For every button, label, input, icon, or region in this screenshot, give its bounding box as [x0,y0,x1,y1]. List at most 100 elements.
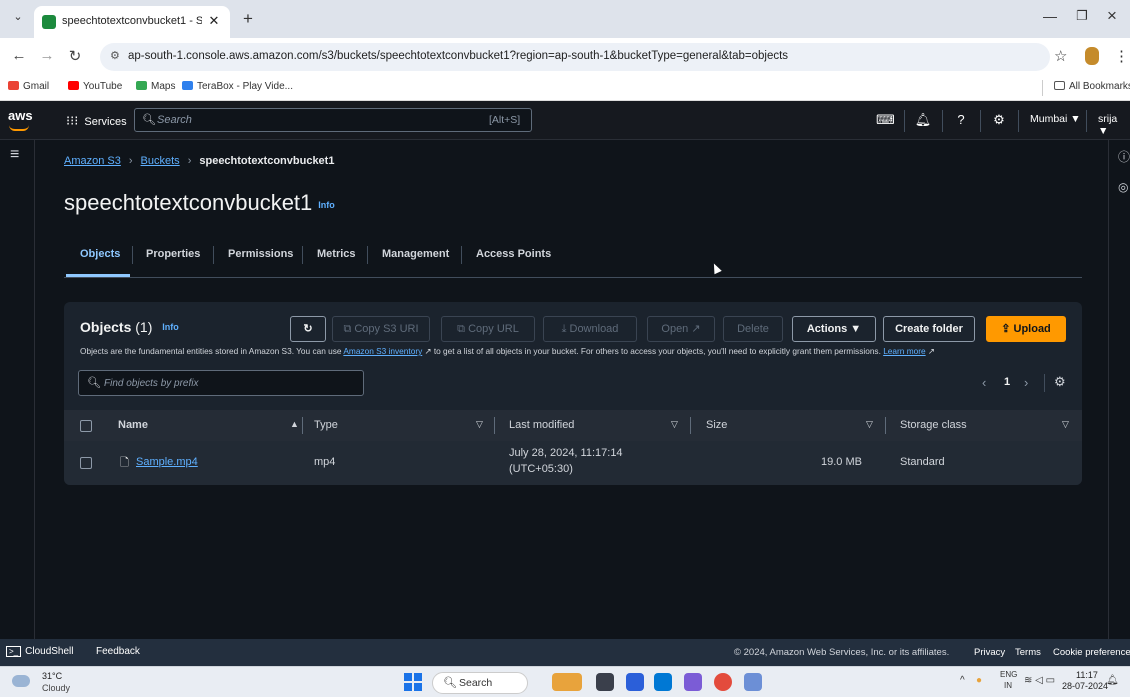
copy-url-button[interactable]: ⧉ Copy URL [441,316,535,342]
chrome-icon[interactable] [714,673,732,691]
download-button[interactable]: ⤓ Download [543,316,637,342]
notifications-bell-icon[interactable]: 🔔︎ [914,112,932,128]
column-type[interactable]: Type [314,419,338,431]
extension-icon[interactable] [1085,47,1099,65]
tray-app-icon[interactable]: ● [976,675,982,686]
app-icon-3[interactable] [744,673,762,691]
help-icon[interactable]: ? [952,112,970,127]
services-button[interactable]: ⁝⁝⁝ Services [60,110,133,132]
sort-icon[interactable]: ▽ [476,419,483,430]
column-storage-class[interactable]: Storage class [900,419,967,431]
wifi-volume-battery-icons[interactable]: ≋ ◁ ▭ [1024,675,1055,686]
refresh-button[interactable]: ↻ [290,316,326,342]
info-panel-icon[interactable]: ⓘ [1118,148,1130,165]
select-all-checkbox[interactable] [80,420,92,432]
all-bookmarks[interactable]: All Bookmarks [1054,81,1130,92]
upload-label: Upload [1013,323,1051,335]
clock-time[interactable]: 11:17 [1076,670,1098,680]
close-window-button[interactable]: × [1102,6,1122,26]
copy-s3-uri-button[interactable]: ⧉ Copy S3 URI [332,316,430,342]
cookie-preferences-link[interactable]: Cookie preferences [1053,647,1130,658]
next-page-button[interactable]: › [1024,375,1028,390]
object-name-link[interactable]: Sample.mp4 [136,456,198,468]
minimize-button[interactable]: — [1040,8,1060,24]
bookmark-maps[interactable]: Maps [136,81,175,92]
breadcrumb-buckets[interactable]: Buckets [141,155,180,167]
sort-icon[interactable]: ▽ [1062,419,1069,430]
breadcrumb-amazon-s3[interactable]: Amazon S3 [64,155,121,167]
create-folder-button[interactable]: Create folder [883,316,975,342]
windows-start-icon[interactable] [404,673,422,691]
open-button[interactable]: Open ↗ [647,316,715,342]
reload-button[interactable]: ↻ [64,47,86,65]
restore-button[interactable]: ❐ [1072,8,1092,24]
address-bar[interactable]: ⚙ ap-south-1.console.aws.amazon.com/s3/b… [100,43,1050,71]
tab-access-points[interactable]: Access Points [476,248,551,260]
column-last-modified[interactable]: Last modified [509,419,574,431]
terms-link[interactable]: Terms [1015,647,1041,658]
language-indicator[interactable]: ENG [1000,670,1017,679]
page-number[interactable]: 1 [1004,376,1010,388]
bookmark-gmail[interactable]: Gmail [8,81,49,92]
account-menu[interactable]: srija ▼ [1098,113,1130,137]
language-region[interactable]: IN [1004,681,1012,690]
clock-date[interactable]: 28-07-2024 [1062,681,1108,691]
tab-objects[interactable]: Objects [80,248,120,260]
task-view-icon[interactable] [596,673,614,691]
app-icon-2[interactable] [684,673,702,691]
sort-icon[interactable]: ▽ [866,419,873,430]
tab-search-dropdown-icon[interactable]: ⌄ [8,10,28,28]
forward-button[interactable]: → [36,47,58,64]
feedback-link[interactable]: Feedback [96,646,140,657]
objects-info-link[interactable]: Info [162,322,179,332]
sort-ascending-icon[interactable]: ▲ [290,419,299,429]
aws-logo[interactable]: aws [8,108,33,123]
settings-gear-icon[interactable]: ⚙ [990,112,1008,128]
cloudshell-icon[interactable]: ⌨ [876,112,895,128]
tab-management[interactable]: Management [382,248,449,260]
console-search-input[interactable]: 🔍︎ Search [Alt+S] [134,108,532,132]
site-info-icon[interactable]: ⚙ [110,49,120,62]
previous-page-button[interactable]: ‹ [982,375,986,390]
table-preferences-icon[interactable]: ⚙ [1054,374,1066,390]
back-button[interactable]: ← [8,47,30,64]
taskbar-search[interactable]: 🔍︎ Search [432,672,528,694]
region-selector[interactable]: Mumbai ▼ [1030,113,1081,125]
column-name[interactable]: Name [118,419,148,431]
browser-tab[interactable]: speechtotextconvbucket1 - S3 | ✕ [34,6,230,38]
bookmark-star-icon[interactable]: ☆ [1054,47,1067,65]
find-objects-input[interactable]: 🔍︎ Find objects by prefix [78,370,364,396]
page-title: speechtotextconvbucket1 Info [64,190,335,216]
browser-menu-icon[interactable]: ⋮ [1114,47,1129,65]
sort-icon[interactable]: ▽ [671,419,678,430]
app-icon[interactable] [552,673,582,691]
weather-description[interactable]: Cloudy [42,683,70,693]
privacy-link[interactable]: Privacy [974,647,1005,658]
bookmark-terabox[interactable]: TeraBox - Play Vide... [182,81,293,92]
weather-temperature[interactable]: 31°C [42,671,62,681]
vscode-icon[interactable] [654,673,672,691]
tab-close-icon[interactable]: ✕ [206,13,222,29]
new-tab-button[interactable]: + [238,9,258,29]
cloud-icon[interactable] [12,675,30,687]
row-checkbox[interactable] [80,457,92,469]
notification-bell-icon[interactable]: 🔔︎ [1106,675,1119,686]
learn-more-link[interactable]: Learn more [883,346,925,356]
delete-button[interactable]: Delete [723,316,783,342]
help-panel-icon[interactable]: ◎ [1118,180,1128,194]
s3-inventory-link[interactable]: Amazon S3 inventory [343,346,422,356]
hamburger-menu-icon[interactable]: ≡ [10,146,19,164]
tab-metrics[interactable]: Metrics [317,248,356,260]
actions-dropdown[interactable]: Actions ▼ [792,316,876,342]
cloudshell-button[interactable]: >_ CloudShell [6,646,74,657]
upload-button[interactable]: ⇪ Upload [986,316,1066,342]
column-size[interactable]: Size [706,419,727,431]
tab-properties[interactable]: Properties [146,248,200,260]
table-row[interactable]: 🗋 Sample.mp4 mp4 July 28, 2024, 11:17:14… [64,441,1082,485]
tray-overflow-icon[interactable]: ^ [960,675,965,686]
info-link[interactable]: Info [318,200,335,210]
bookmarks-divider [1042,80,1043,96]
chat-app-icon[interactable] [626,673,644,691]
tab-permissions[interactable]: Permissions [228,248,293,260]
bookmark-youtube[interactable]: YouTube [68,81,122,92]
